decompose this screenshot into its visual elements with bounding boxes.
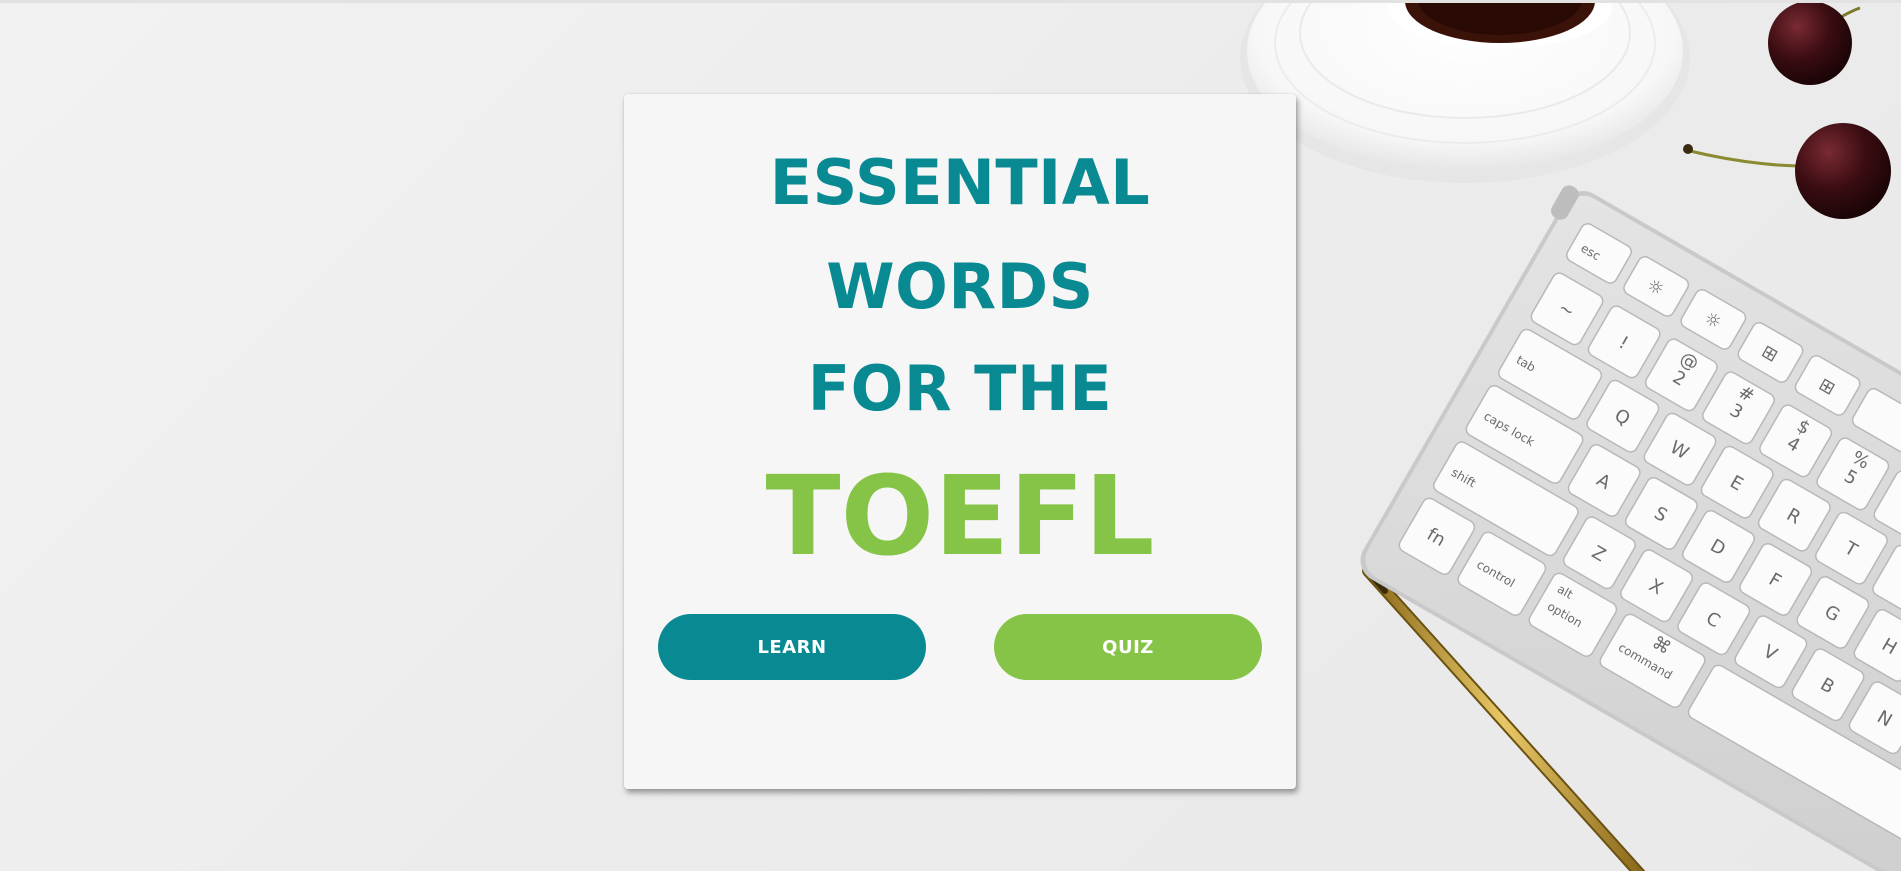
keyboard-key: R bbox=[1757, 478, 1831, 552]
keyboard-key-label: command bbox=[1616, 640, 1675, 682]
keyboard-key-label: F bbox=[1765, 569, 1784, 592]
keyboard-key: A bbox=[1567, 444, 1641, 517]
keyboard-key-label: option bbox=[1545, 599, 1585, 630]
keyboard-key: fn bbox=[1398, 497, 1476, 575]
keyboard-key: D bbox=[1682, 510, 1755, 583]
keyboard-key bbox=[1687, 664, 1901, 843]
page-viewport: esc☼☼⊞⊞~!@2#3$4%5^6tabQWERTYcaps lockASD… bbox=[0, 0, 1901, 871]
keyboard-key-label: alt bbox=[1555, 582, 1576, 602]
keyboard-key: $4 bbox=[1759, 404, 1833, 478]
keyboard-key-label: H bbox=[1878, 634, 1900, 659]
keyboard-key-label: Z bbox=[1588, 542, 1609, 566]
toefl-heading: TOEFL bbox=[765, 452, 1155, 580]
keyboard-key-label: X bbox=[1645, 575, 1666, 599]
keyboard-key: ⌘command bbox=[1599, 613, 1706, 708]
keyboard-key-label: C bbox=[1702, 608, 1723, 632]
gold-pen-image bbox=[1362, 565, 1646, 871]
keyboard-key: H bbox=[1853, 609, 1901, 682]
keyboard-key-label: @ bbox=[1676, 348, 1702, 375]
keyboard-key-label: 3 bbox=[1726, 400, 1746, 424]
keyboard-key-label: ~ bbox=[1554, 297, 1578, 323]
title-card: ESSENTIAL WORDS FOR THE TOEFL LEARN QUIZ bbox=[624, 94, 1296, 789]
keyboard-key: @2 bbox=[1644, 338, 1718, 412]
quiz-button[interactable]: QUIZ bbox=[994, 614, 1262, 680]
keyboard-key-label: $ bbox=[1793, 415, 1813, 439]
keyboard-key: Q bbox=[1586, 379, 1660, 453]
keyboard-key: F bbox=[1739, 543, 1813, 616]
keyboard-key-label: N bbox=[1873, 707, 1895, 732]
keyboard-key-label: 2 bbox=[1669, 367, 1689, 391]
keyboard-key: G bbox=[1796, 576, 1870, 649]
keyboard-key: Y bbox=[1872, 544, 1901, 618]
keyboard-key: X bbox=[1620, 549, 1693, 623]
keyboard-key-label: tab bbox=[1514, 353, 1538, 375]
keyboard-key: S bbox=[1624, 477, 1698, 550]
keyboard-key-label: fn bbox=[1423, 524, 1449, 551]
keyboard-key-label: V bbox=[1760, 641, 1782, 666]
keyboard-key-label: G bbox=[1821, 601, 1844, 626]
keyboard-key-label: 6 bbox=[1897, 499, 1901, 523]
keyboard-key: Z bbox=[1562, 516, 1636, 590]
keyboard-key: E bbox=[1700, 445, 1774, 519]
keyboard-key: tab bbox=[1498, 328, 1603, 420]
keyboard-key: %5 bbox=[1816, 437, 1890, 511]
keyboard-key-label: # bbox=[1734, 382, 1758, 408]
keyboard-key-label: ☼ bbox=[1700, 308, 1724, 334]
coffee-cup-image bbox=[1240, 3, 1690, 183]
keyboard-key: caps lock bbox=[1465, 385, 1584, 484]
keyboard-key: V bbox=[1734, 615, 1808, 689]
keyboard-key-label: % bbox=[1848, 447, 1873, 474]
keyboard-key-label: ⊞ bbox=[1815, 374, 1839, 400]
keyboard-key: N bbox=[1848, 681, 1901, 755]
keyboard-key-label: D bbox=[1706, 535, 1729, 560]
cherries-image bbox=[1683, 3, 1891, 219]
keyboard-key: ⊞ bbox=[1737, 322, 1804, 383]
keyboard-key-label: E bbox=[1726, 472, 1746, 496]
keyboard-key-label: 5 bbox=[1840, 466, 1860, 490]
keyboard-key-label: esc bbox=[1578, 241, 1603, 263]
keyboard-key: shift bbox=[1433, 441, 1579, 557]
keyboard-key: ☼ bbox=[1623, 256, 1690, 317]
keyboard-key-label: S bbox=[1650, 503, 1670, 527]
keyboard-key-label: T bbox=[1840, 537, 1862, 562]
keyboard-key: control bbox=[1457, 531, 1547, 616]
keyboard-key: #3 bbox=[1702, 371, 1775, 445]
keyboard-key: ^6 bbox=[1873, 470, 1901, 544]
keyboard-key: B bbox=[1791, 648, 1865, 722]
keyboard-key: altoption bbox=[1528, 572, 1618, 657]
keyboard-key-label: ☼ bbox=[1643, 275, 1667, 301]
keyboard-key-label: Q bbox=[1611, 405, 1634, 430]
keyboard-key-label: ! bbox=[1615, 332, 1632, 354]
keyboard-key: esc bbox=[1566, 223, 1632, 284]
learn-button[interactable]: LEARN bbox=[658, 614, 926, 680]
keyboard-key: C bbox=[1677, 582, 1751, 656]
keyboard-key: ! bbox=[1587, 305, 1661, 379]
keyboard-key-label: caps lock bbox=[1481, 409, 1536, 449]
keyboard-image: esc☼☼⊞⊞~!@2#3$4%5^6tabQWERTYcaps lockASD… bbox=[1360, 185, 1901, 871]
keyboard-key: ~ bbox=[1530, 272, 1604, 346]
keyboard-key bbox=[1851, 388, 1901, 453]
keyboard-key-label: ⊞ bbox=[1758, 341, 1782, 367]
keyboard-key-label: B bbox=[1817, 674, 1838, 698]
keyboard-key: W bbox=[1643, 412, 1717, 486]
keyboard-key-label: 4 bbox=[1783, 433, 1803, 457]
keyboard-key-label: W bbox=[1666, 437, 1692, 464]
keyboard-key-label: shift bbox=[1449, 465, 1479, 490]
title-line-3: FOR THE bbox=[807, 352, 1113, 425]
keyboard-key: ☼ bbox=[1680, 289, 1747, 350]
keyboard-key-label: Y bbox=[1897, 570, 1901, 595]
keyboard-key-label: R bbox=[1783, 504, 1804, 528]
keyboard-key: ⊞ bbox=[1794, 355, 1861, 416]
keyboard-key-label: control bbox=[1474, 557, 1517, 590]
title-line-1: ESSENTIAL bbox=[769, 146, 1151, 219]
keyboard-key-label: ⌘ bbox=[1648, 632, 1674, 659]
keyboard-key-label: A bbox=[1593, 470, 1615, 495]
keyboard-key: T bbox=[1815, 511, 1888, 585]
title-line-2: WORDS bbox=[826, 250, 1094, 323]
